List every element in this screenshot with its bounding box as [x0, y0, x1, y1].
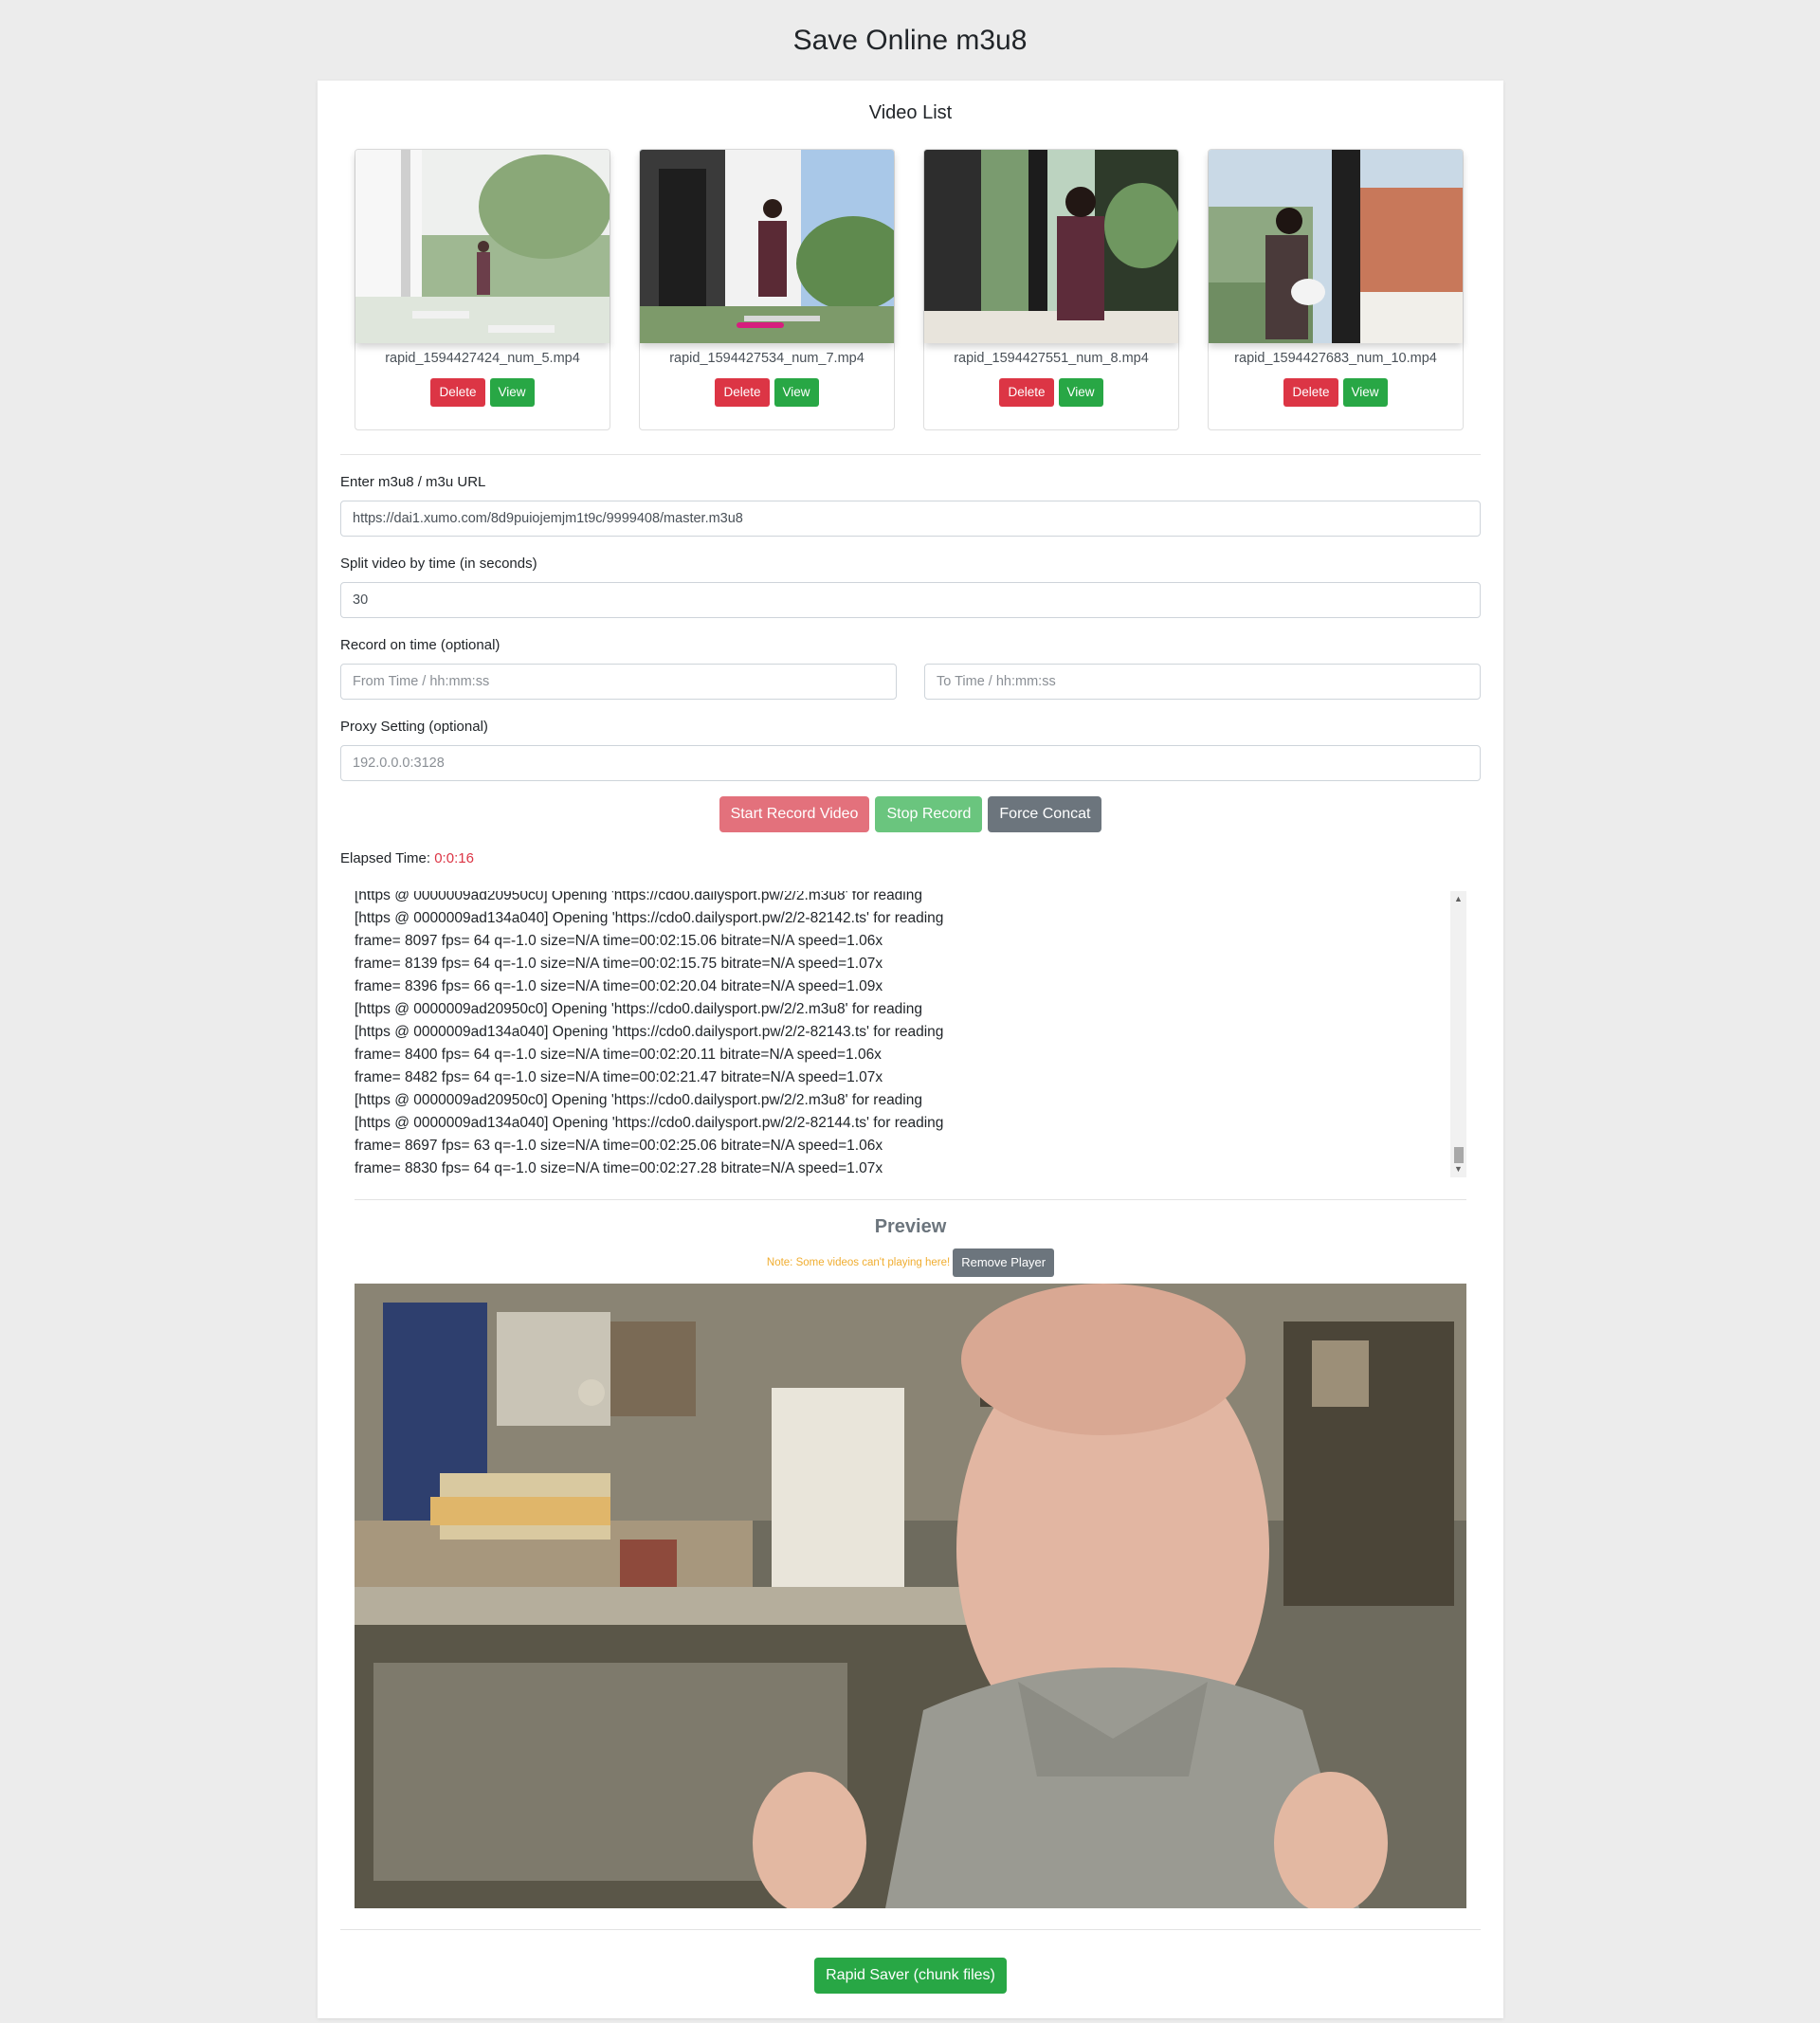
video-filename: rapid_1594427534_num_7.mp4 — [669, 351, 864, 366]
split-seconds-input[interactable] — [340, 582, 1481, 618]
log-line: [https @ 0000009ad134a040] Opening 'http… — [355, 1024, 944, 1040]
video-card: rapid_1594427683_num_10.mp4 Delete View — [1208, 149, 1464, 430]
log-output[interactable]: [https @ 0000009ad20950c0] Opening 'http… — [355, 891, 1466, 1177]
preview-note: Note: Some videos can't playing here! — [766, 1257, 951, 1268]
delete-video-button[interactable]: Delete — [1283, 378, 1338, 407]
page-title: Save Online m3u8 — [792, 25, 1028, 56]
record-time-label: Record on time (optional) — [340, 637, 500, 653]
video-list-title: Video List — [868, 102, 953, 123]
log-line: frame= 8482 fps= 64 q=-1.0 size=N/A time… — [355, 1069, 883, 1085]
log-line: frame= 8139 fps= 64 q=-1.0 size=N/A time… — [355, 956, 883, 972]
proxy-label: Proxy Setting (optional) — [340, 719, 488, 735]
video-player[interactable] — [355, 1284, 1466, 1908]
log-line: [https @ 0000009ad134a040] Opening 'http… — [355, 1115, 944, 1131]
view-video-button[interactable]: View — [774, 378, 819, 407]
elapsed-time: Elapsed Time: 0:0:16 — [340, 850, 474, 866]
delete-video-button[interactable]: Delete — [430, 378, 485, 407]
url-input[interactable] — [340, 501, 1481, 537]
video-thumbnail[interactable] — [355, 150, 610, 343]
video-filename: rapid_1594427424_num_5.mp4 — [385, 351, 580, 366]
view-video-button[interactable]: View — [489, 378, 535, 407]
view-video-button[interactable]: View — [1342, 378, 1388, 407]
log-line: frame= 8097 fps= 64 q=-1.0 size=N/A time… — [355, 933, 883, 949]
divider — [340, 454, 1481, 455]
log-line: frame= 8697 fps= 63 q=-1.0 size=N/A time… — [355, 1138, 883, 1154]
view-video-button[interactable]: View — [1058, 378, 1103, 407]
delete-video-button[interactable]: Delete — [715, 378, 770, 407]
video-card: rapid_1594427534_num_7.mp4 Delete View — [639, 149, 895, 430]
video-filename: rapid_1594427551_num_8.mp4 — [954, 351, 1149, 366]
proxy-input[interactable] — [340, 745, 1481, 781]
split-label: Split video by time (in seconds) — [340, 556, 537, 572]
divider — [355, 1199, 1466, 1200]
elapsed-value: 0:0:16 — [434, 850, 474, 866]
video-card: rapid_1594427551_num_8.mp4 Delete View — [923, 149, 1179, 430]
video-card: rapid_1594427424_num_5.mp4 Delete View — [355, 149, 610, 430]
scroll-down-icon[interactable]: ▼ — [1450, 1161, 1466, 1177]
elapsed-label: Elapsed Time: — [340, 850, 431, 866]
force-concat-button[interactable]: Force Concat — [988, 796, 1102, 832]
main-card: Video List rapid_1594427424_num_5.mp4 De… — [318, 81, 1503, 2018]
stop-record-button[interactable]: Stop Record — [875, 796, 983, 832]
rapid-saver-button[interactable]: Rapid Saver (chunk files) — [814, 1958, 1007, 1994]
log-line: frame= 8396 fps= 66 q=-1.0 size=N/A time… — [355, 978, 883, 994]
log-line: frame= 8830 fps= 64 q=-1.0 size=N/A time… — [355, 1160, 883, 1176]
log-line: [https @ 0000009ad134a040] Opening 'http… — [355, 910, 944, 926]
divider — [340, 1929, 1481, 1930]
start-record-button[interactable]: Start Record Video — [719, 796, 870, 832]
video-thumbnail[interactable] — [924, 150, 1178, 343]
delete-video-button[interactable]: Delete — [999, 378, 1054, 407]
video-thumbnail[interactable] — [1209, 150, 1463, 343]
log-scrollbar[interactable]: ▲ ▼ — [1450, 891, 1466, 1177]
log-line: [https @ 0000009ad20950c0] Opening 'http… — [355, 891, 922, 903]
from-time-input[interactable] — [340, 664, 897, 700]
log-line: frame= 8400 fps= 64 q=-1.0 size=N/A time… — [355, 1047, 882, 1063]
preview-title: Preview — [874, 1216, 947, 1237]
log-lines: [https @ 0000009ad20950c0] Opening 'http… — [355, 891, 1445, 1177]
url-label: Enter m3u8 / m3u URL — [340, 474, 486, 490]
remove-player-button[interactable]: Remove Player — [953, 1248, 1055, 1277]
log-line: [https @ 0000009ad20950c0] Opening 'http… — [355, 1001, 922, 1017]
log-line: [https @ 0000009ad20950c0] Opening 'http… — [355, 1092, 922, 1108]
to-time-input[interactable] — [924, 664, 1481, 700]
video-thumbnail[interactable] — [640, 150, 894, 343]
scroll-up-icon[interactable]: ▲ — [1450, 891, 1466, 907]
video-filename: rapid_1594427683_num_10.mp4 — [1234, 351, 1437, 366]
